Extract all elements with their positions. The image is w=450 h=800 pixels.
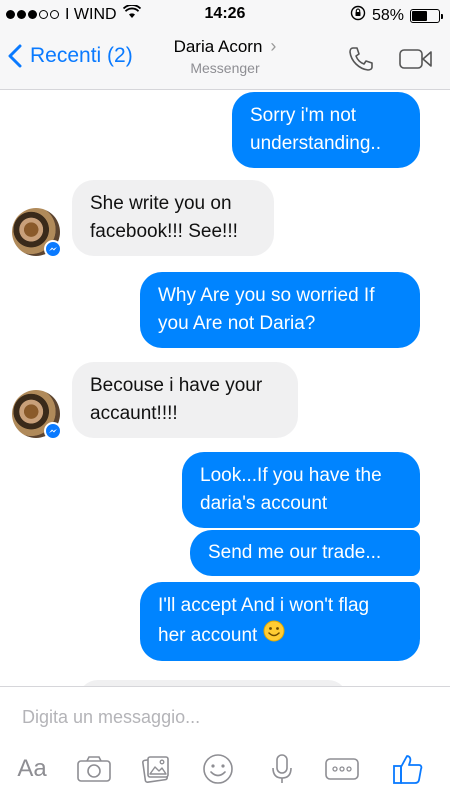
message-line: Sorry i'm not: [250, 105, 357, 126]
messenger-badge-icon: [44, 422, 62, 440]
message-bubble-outgoing[interactable]: Look...If you have the daria's account: [182, 452, 420, 528]
message-line: you Are not Daria?: [158, 313, 316, 334]
gallery-icon[interactable]: [136, 749, 176, 789]
battery-fill: [412, 10, 428, 21]
like-icon[interactable]: [388, 749, 428, 789]
messenger-badge-icon: [44, 240, 62, 258]
message-bubble-outgoing[interactable]: Sorry i'm not understanding..: [232, 92, 420, 168]
chevron-right-icon: ›: [270, 36, 277, 56]
message-line: Becouse i have your: [90, 375, 263, 396]
conversation-title[interactable]: Daria Acorn › Messenger: [150, 36, 300, 76]
message-list[interactable]: Sorry i'm not understanding.. She write …: [0, 90, 450, 686]
message-line: her account: [158, 620, 402, 651]
camera-icon[interactable]: [74, 749, 114, 789]
message-line: Look...If you have the: [200, 465, 382, 486]
status-bar: I WIND 14:26 58%: [0, 0, 450, 30]
message-composer: Aa: [0, 686, 450, 800]
message-line: She write you on: [90, 193, 232, 214]
message-line: daria's account: [200, 493, 328, 514]
message-line: accaunt!!!!: [90, 403, 178, 424]
emoji-icon[interactable]: [198, 749, 238, 789]
message-line: facebook!!! See!!!: [90, 221, 238, 242]
more-icon[interactable]: [322, 749, 362, 789]
phone-icon[interactable]: [346, 44, 376, 79]
message-bubble-outgoing[interactable]: Why Are you so worried If you Are not Da…: [140, 272, 420, 348]
chevron-left-icon: [8, 44, 22, 68]
back-button-label: Recenti (2): [30, 44, 133, 67]
battery-percent: 58%: [371, 6, 404, 24]
contact-name: Daria Acorn: [173, 36, 263, 56]
battery-icon: [410, 8, 443, 23]
message-line: Why Are you so worried If: [158, 285, 375, 306]
video-camera-icon[interactable]: [398, 47, 434, 76]
composer-toolbar: Aa: [0, 749, 450, 793]
message-input[interactable]: [22, 707, 422, 728]
message-line: understanding..: [250, 133, 381, 154]
back-button[interactable]: Recenti (2): [8, 44, 133, 68]
status-bar-right: 58%: [350, 5, 443, 26]
microphone-icon[interactable]: [262, 749, 302, 789]
rotation-lock-icon: [350, 5, 366, 26]
message-line: Send me our trade...: [208, 542, 382, 563]
navigation-bar: Recenti (2) Daria Acorn › Messenger: [0, 30, 450, 90]
message-line-text: her account: [158, 624, 258, 646]
message-line: I'll accept And i won't flag: [158, 595, 370, 616]
message-bubble-outgoing[interactable]: I'll accept And i won't flag her account: [140, 582, 420, 661]
smiley-emoji-icon: [263, 620, 285, 651]
message-bubble-incoming[interactable]: Becouse i have your accaunt!!!!: [72, 362, 298, 438]
message-bubble-incoming[interactable]: She write you on facebook!!! See!!!: [72, 180, 274, 256]
text-format-button[interactable]: Aa: [12, 749, 52, 789]
message-bubble-outgoing[interactable]: Send me our trade...: [190, 530, 420, 576]
contact-subtitle: Messenger: [190, 60, 260, 76]
